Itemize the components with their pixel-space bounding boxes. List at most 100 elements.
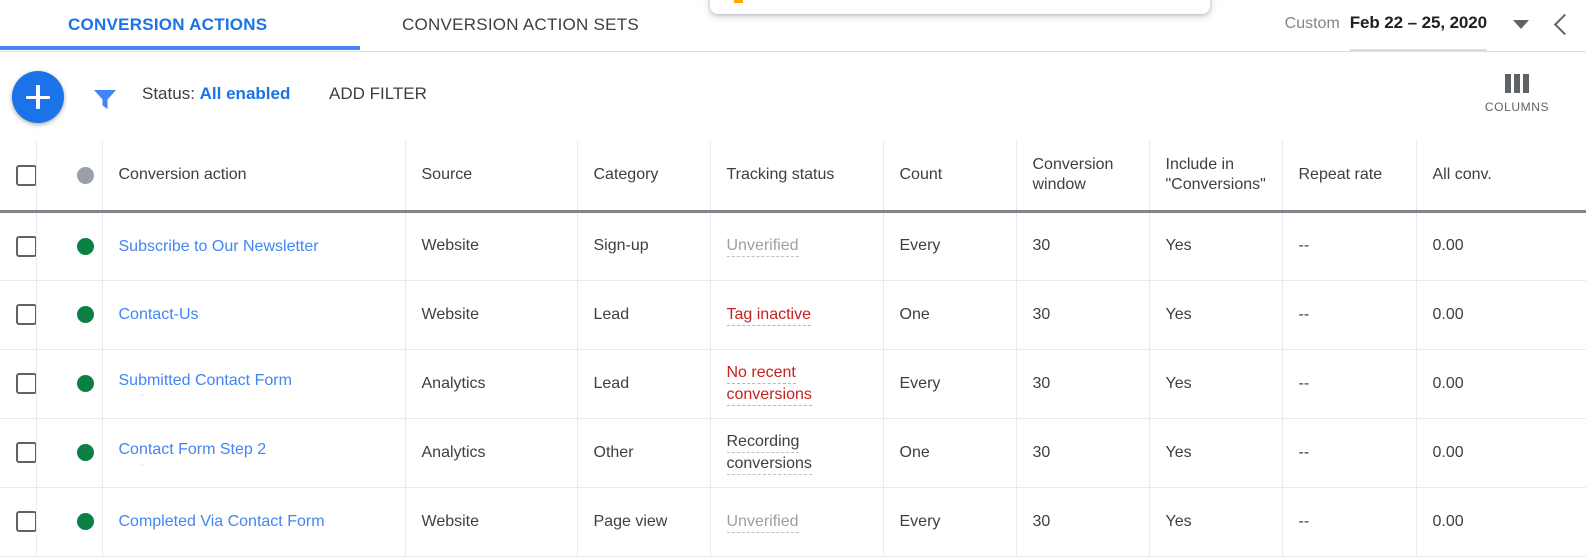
row-category: Sign-up bbox=[577, 211, 711, 281]
table-row[interactable]: Subscribe to Our Newsletter Website Sign-u… bbox=[0, 211, 1586, 281]
row-all-conv: 0.00 bbox=[1416, 349, 1586, 419]
status-legend-icon bbox=[76, 166, 94, 184]
conversion-action-subtext: pg jy pq bbox=[119, 460, 389, 466]
row-conversion-window: 30 bbox=[1016, 280, 1150, 350]
header-count[interactable]: Count bbox=[883, 141, 1017, 213]
chevron-left-icon[interactable] bbox=[1553, 13, 1576, 35]
row-tracking-status[interactable]: No recent conversions bbox=[710, 349, 884, 419]
conversion-action-link[interactable]: Contact-Us bbox=[119, 304, 389, 325]
tab-conversion-actions[interactable]: CONVERSION ACTIONS bbox=[68, 2, 267, 48]
row-tracking-status[interactable]: Tag inactive bbox=[710, 280, 884, 350]
row-include-in-conversions: Yes bbox=[1149, 211, 1283, 281]
row-checkbox[interactable] bbox=[16, 511, 35, 532]
conversion-actions-table: Conversion action Source Category Tracki… bbox=[0, 141, 1586, 557]
row-checkbox[interactable] bbox=[16, 373, 35, 394]
chevron-down-icon[interactable] bbox=[1513, 19, 1529, 29]
filter-toolbar: Status: All enabled ADD FILTER COLUMNS bbox=[0, 52, 1586, 140]
row-include-in-conversions: Yes bbox=[1149, 280, 1283, 350]
row-tracking-status[interactable]: Unverified bbox=[710, 487, 884, 557]
conversion-action-link[interactable]: Completed Via Contact Form bbox=[119, 511, 389, 532]
row-conversion-window: 30 bbox=[1016, 211, 1150, 281]
row-all-conv: 0.00 bbox=[1416, 280, 1586, 350]
funnel-icon[interactable] bbox=[93, 88, 117, 110]
row-conversion-window: 30 bbox=[1016, 418, 1150, 488]
row-conversion-action-cell: Subscribe to Our Newsletter bbox=[102, 211, 406, 281]
table-row[interactable]: Contact Form Step 2pg jy pqAnalyticsOthe… bbox=[0, 418, 1586, 488]
table-row[interactable]: Completed Via Contact Form Website Page vi… bbox=[0, 487, 1586, 557]
row-conversion-action-cell: Completed Via Contact Form bbox=[102, 487, 406, 557]
columns-button[interactable]: COLUMNS bbox=[1476, 74, 1558, 114]
header-source[interactable]: Source bbox=[405, 141, 578, 213]
toast-status-icon bbox=[734, 0, 743, 3]
status-header bbox=[36, 141, 103, 213]
table-row[interactable]: Submitted Contact Formpg jy pqAnalyticsL… bbox=[0, 349, 1586, 419]
row-status-cell bbox=[36, 211, 103, 281]
status-filter-prefix: Status: bbox=[142, 84, 195, 103]
row-include-in-conversions: Yes bbox=[1149, 418, 1283, 488]
row-repeat-rate: -- bbox=[1282, 418, 1417, 488]
row-conversion-window: 30 bbox=[1016, 349, 1150, 419]
conversion-action-link[interactable]: Submitted Contact Form bbox=[119, 370, 389, 391]
date-range-value: Feb 22 – 25, 2020 bbox=[1349, 13, 1487, 32]
table-row[interactable]: Contact-Us Website Lead Tag inactive One 30 Ye… bbox=[0, 280, 1586, 350]
status-enabled-icon bbox=[76, 444, 94, 461]
tracking-status-text: No recent conversions bbox=[726, 363, 812, 406]
status-enabled-icon bbox=[76, 375, 94, 392]
date-range-picker[interactable]: Custom Feb 22 – 25, 2020 bbox=[1284, 0, 1578, 51]
row-count: Every bbox=[883, 349, 1017, 419]
date-range-preset-label: Custom bbox=[1284, 15, 1340, 32]
row-select-cell bbox=[0, 418, 37, 488]
row-repeat-rate: -- bbox=[1282, 280, 1417, 350]
row-source: Analytics bbox=[405, 349, 578, 419]
add-filter-button[interactable]: ADD FILTER bbox=[329, 84, 427, 104]
row-conversion-window: 30 bbox=[1016, 487, 1150, 557]
row-select-cell bbox=[0, 487, 37, 557]
row-checkbox[interactable] bbox=[16, 235, 35, 257]
row-include-in-conversions: Yes bbox=[1149, 349, 1283, 419]
row-source: Website bbox=[405, 487, 578, 557]
date-range-value-wrap[interactable]: Feb 22 – 25, 2020 bbox=[1349, 13, 1487, 51]
row-checkbox[interactable] bbox=[16, 304, 35, 325]
select-all-checkbox[interactable] bbox=[16, 164, 35, 186]
conversion-action-link[interactable]: Contact Form Step 2 bbox=[119, 439, 389, 460]
header-tracking-status[interactable]: Tracking status bbox=[710, 141, 884, 213]
row-count: Every bbox=[883, 211, 1017, 281]
header-conversion-window[interactable]: Conversion window bbox=[1016, 141, 1150, 213]
header-all-conv[interactable]: All conv. bbox=[1416, 141, 1586, 213]
row-repeat-rate: -- bbox=[1282, 349, 1417, 419]
row-category: Lead bbox=[577, 280, 711, 350]
status-enabled-icon bbox=[76, 513, 94, 530]
header-conversion-action[interactable]: Conversion action bbox=[102, 141, 406, 213]
notification-toast bbox=[710, 0, 1210, 14]
conversion-action-link[interactable]: Subscribe to Our Newsletter bbox=[119, 236, 389, 257]
row-select-cell bbox=[0, 280, 37, 350]
tab-conversion-action-sets[interactable]: CONVERSION ACTION SETS bbox=[402, 2, 639, 48]
tracking-status-text: Tag inactive bbox=[726, 305, 811, 326]
row-conversion-action-cell: Contact Form Step 2pg jy pq bbox=[102, 418, 406, 488]
header-repeat-rate[interactable]: Repeat rate bbox=[1282, 141, 1417, 213]
row-all-conv: 0.00 bbox=[1416, 418, 1586, 488]
add-conversion-action-button[interactable] bbox=[12, 71, 64, 123]
row-all-conv: 0.00 bbox=[1416, 487, 1586, 557]
row-repeat-rate: -- bbox=[1282, 487, 1417, 557]
active-tab-indicator bbox=[0, 46, 360, 50]
table-body: Subscribe to Our Newsletter Website Sign-u… bbox=[0, 211, 1586, 557]
row-category: Other bbox=[577, 418, 711, 488]
date-range-underline bbox=[1349, 49, 1487, 51]
status-enabled-icon bbox=[76, 237, 94, 255]
row-tracking-status[interactable]: Recording conversions bbox=[710, 418, 884, 488]
select-all-header bbox=[0, 141, 37, 213]
header-include-in-conversions[interactable]: Include in "Conversions" bbox=[1149, 141, 1283, 213]
tracking-status-text: Recording conversions bbox=[726, 432, 812, 475]
row-conversion-action-cell: Submitted Contact Formpg jy pq bbox=[102, 349, 406, 419]
row-tracking-status[interactable]: Unverified bbox=[710, 211, 884, 281]
row-status-cell bbox=[36, 349, 103, 419]
tracking-status-text: Unverified bbox=[726, 237, 799, 257]
status-filter-chip[interactable]: Status: All enabled bbox=[142, 84, 290, 104]
row-source: Website bbox=[405, 280, 578, 350]
row-checkbox[interactable] bbox=[16, 442, 35, 463]
header-category[interactable]: Category bbox=[577, 141, 711, 213]
row-all-conv: 0.00 bbox=[1416, 211, 1586, 281]
row-select-cell bbox=[0, 211, 37, 281]
tracking-status-text: Unverified bbox=[726, 512, 799, 533]
